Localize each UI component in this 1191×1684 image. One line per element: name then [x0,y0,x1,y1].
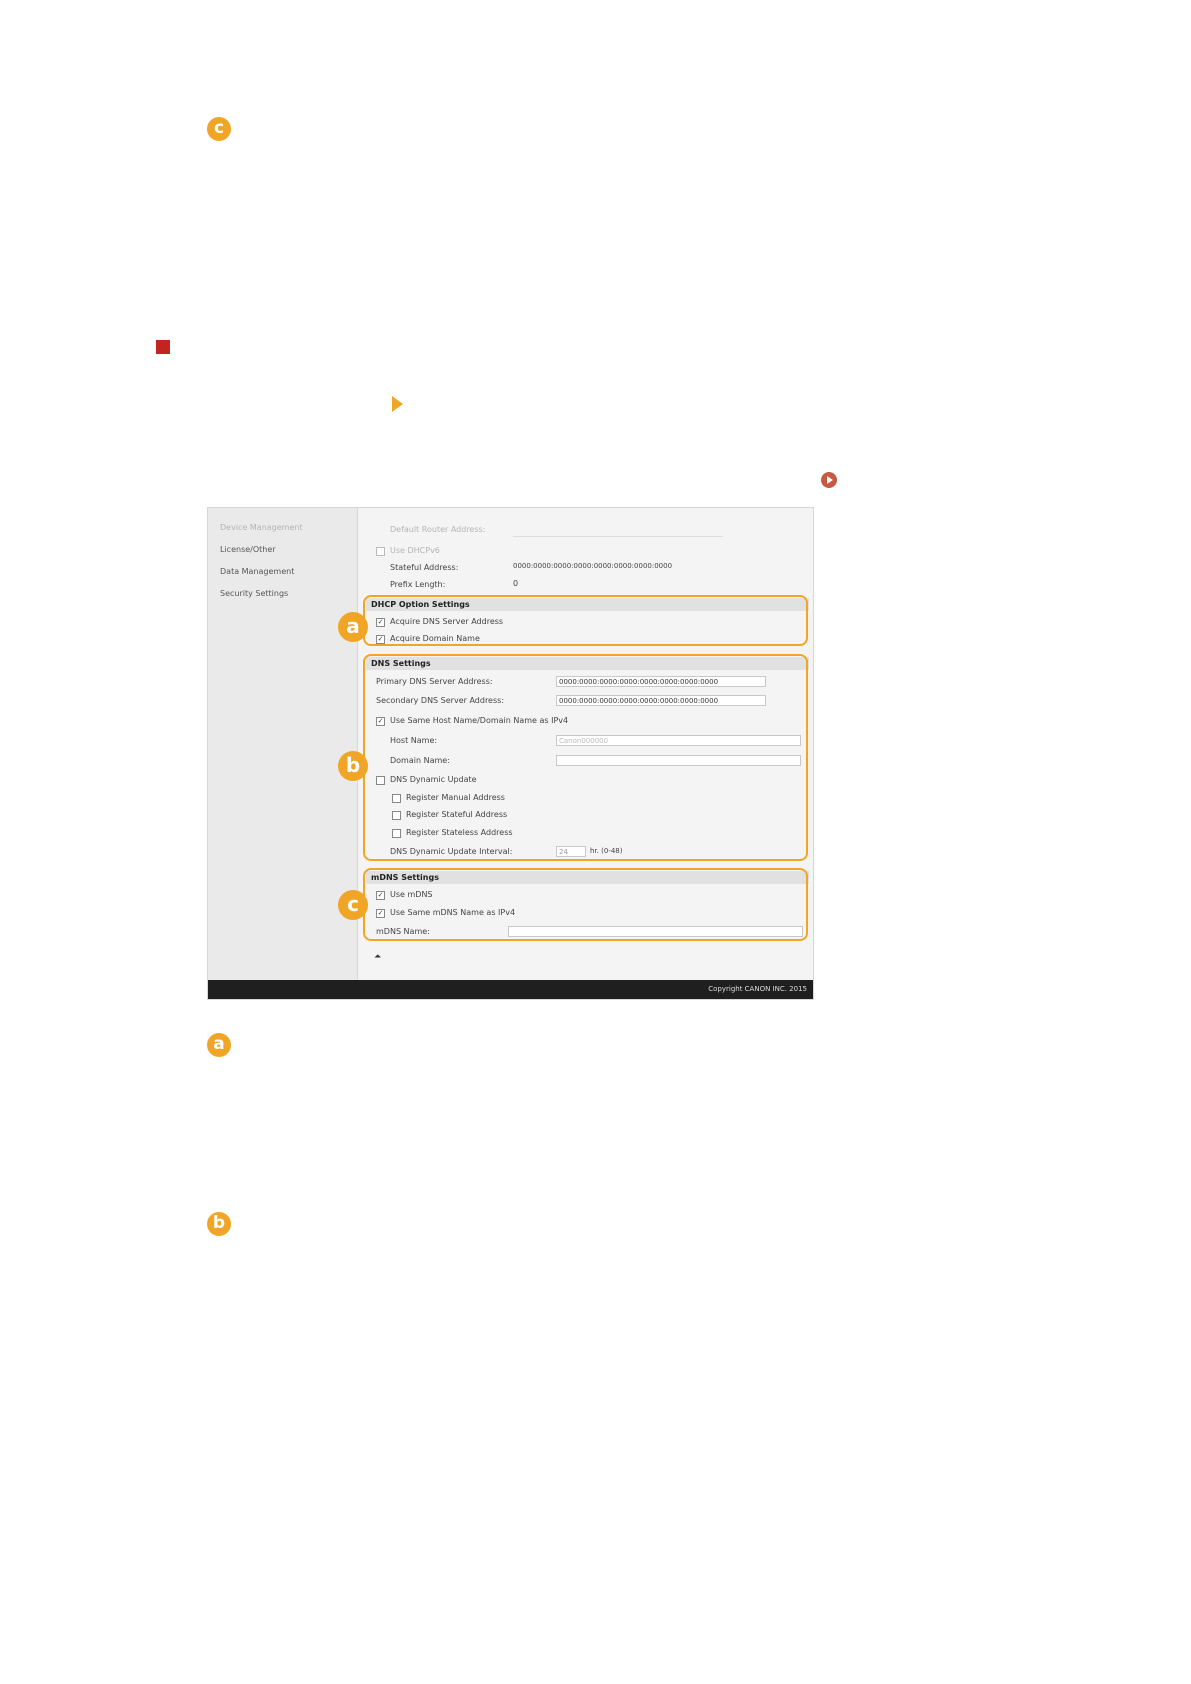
marker-b: b [338,751,368,781]
back-to-top-icon[interactable]: ⏶ [374,952,381,962]
copyright-text: Copyright CANON INC. 2015 [708,985,807,993]
marker-a-description: a [207,1033,231,1057]
sidebar-item-data-management[interactable]: Data Management [220,567,294,576]
prefix-length-label: Prefix Length: [390,580,446,589]
prefix-length-value: 0 [513,579,519,588]
remote-ui-screenshot: Device Management License/Other Data Man… [207,507,814,1000]
stateful-address-value: 0000:0000:0000:0000:0000:0000:0000:0000 [513,562,673,570]
link-arrow-icon[interactable] [821,472,837,488]
sidebar: Device Management License/Other Data Man… [208,508,358,980]
marker-c-top: c [207,117,231,141]
use-dhcpv6-label: Use DHCPv6 [390,546,440,555]
dns-highlight-box [363,654,808,861]
sidebar-item-device-management[interactable]: Device Management [220,523,303,532]
step-arrow-icon [392,396,403,412]
sidebar-item-security-settings[interactable]: Security Settings [220,589,288,598]
section-bullet-icon [156,340,170,354]
marker-c: c [338,890,368,920]
marker-a: a [338,612,368,642]
mdns-highlight-box [363,868,808,941]
default-router-label: Default Router Address: [390,525,486,534]
sidebar-item-license-other[interactable]: License/Other [220,545,276,554]
dhcp-highlight-box [363,595,808,646]
footer-bar: Copyright CANON INC. 2015 [208,980,813,999]
stateful-address-label: Stateful Address: [390,563,459,572]
use-dhcpv6-checkbox[interactable] [376,547,385,556]
marker-b-description: b [207,1212,231,1236]
default-router-field[interactable] [513,528,723,537]
